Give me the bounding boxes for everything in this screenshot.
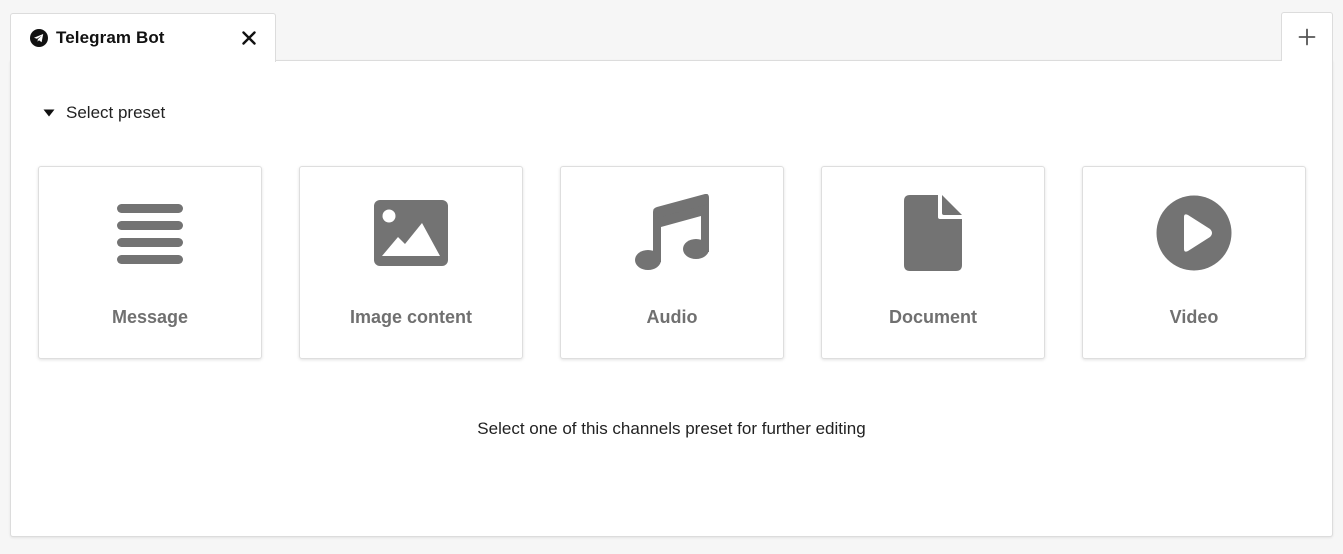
- tab-label: Telegram Bot: [56, 28, 165, 47]
- image-icon: [300, 194, 522, 272]
- preset-label: Document: [888, 307, 977, 327]
- tab-telegram-bot[interactable]: Telegram Bot: [10, 13, 276, 62]
- music-note-icon: [561, 194, 783, 272]
- preset-label: Message: [111, 307, 189, 327]
- lines-icon: [39, 194, 261, 272]
- close-icon[interactable]: [241, 30, 257, 46]
- plus-icon: [1298, 28, 1316, 46]
- play-circle-icon: [1083, 194, 1305, 272]
- tab-connector: [11, 59, 275, 62]
- add-tab-connector: [1282, 59, 1332, 62]
- preset-card-message[interactable]: Message: [38, 166, 262, 359]
- document-icon: [822, 194, 1044, 272]
- preset-card-image-content[interactable]: Image content: [299, 166, 523, 359]
- telegram-icon: [30, 29, 48, 47]
- add-tab-button[interactable]: [1281, 12, 1333, 61]
- select-preset-label: Select preset: [66, 103, 166, 122]
- select-preset-toggle[interactable]: Select preset: [43, 101, 165, 125]
- hint-text: Select one of this channels preset for f…: [477, 419, 866, 438]
- caret-down-icon: [43, 109, 55, 117]
- preset-label: Image content: [349, 307, 473, 327]
- preset-card-video[interactable]: Video: [1082, 166, 1306, 359]
- preset-card-audio[interactable]: Audio: [560, 166, 784, 359]
- preset-label: Audio: [646, 307, 698, 327]
- preset-card-document[interactable]: Document: [821, 166, 1045, 359]
- app-frame: Telegram Bot Select preset Message Image…: [0, 0, 1343, 554]
- preset-label: Video: [1169, 307, 1219, 327]
